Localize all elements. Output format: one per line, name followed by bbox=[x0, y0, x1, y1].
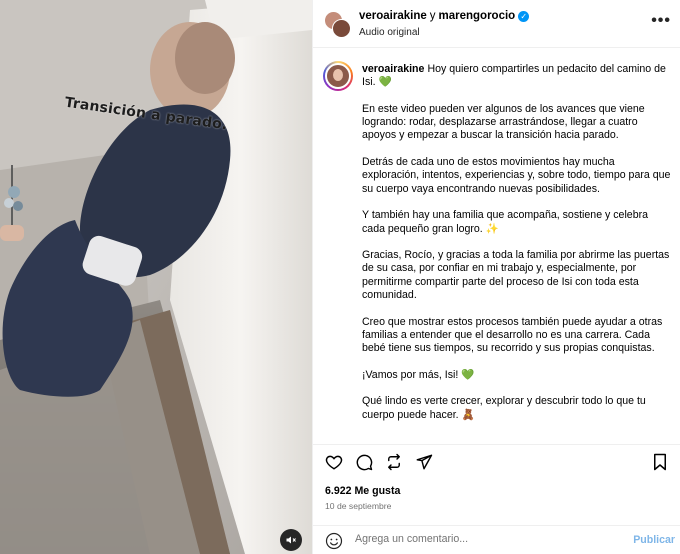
repost-icon bbox=[388, 453, 400, 471]
speaker-muted-icon bbox=[286, 536, 296, 544]
like-button[interactable] bbox=[325, 453, 343, 471]
caption-paragraph: Creo que mostrar estos procesos también … bbox=[362, 315, 663, 355]
username-link[interactable]: marengorocio bbox=[439, 10, 516, 22]
video-frame bbox=[0, 0, 312, 554]
post-side-panel: veroairakine y marengorocio ✓ Audio orig… bbox=[312, 0, 680, 554]
caption-paragraph: En este video pueden ver algunos de los … bbox=[362, 102, 645, 142]
collab-avatars[interactable] bbox=[324, 11, 351, 38]
comment-button[interactable] bbox=[355, 453, 373, 471]
post-actions: 6.922 Me gusta 10 de septiembre Publicar bbox=[313, 444, 680, 554]
author-avatar[interactable] bbox=[323, 61, 353, 91]
caption-paragraph: Y también hay una familia que acompaña, … bbox=[362, 209, 649, 235]
action-icons bbox=[325, 453, 433, 471]
caption-paragraph: Detrás de cada uno de estos movimientos … bbox=[362, 156, 671, 195]
post-video[interactable]: Transición a parado. bbox=[0, 0, 312, 554]
collab-usernames: veroairakine y marengorocio ✓ bbox=[359, 10, 530, 22]
avatar bbox=[332, 19, 351, 38]
caption-paragraph: ¡Vamos por más, Isi! 💚 bbox=[362, 368, 475, 381]
post-header: veroairakine y marengorocio ✓ Audio orig… bbox=[313, 0, 680, 48]
send-icon bbox=[416, 454, 433, 470]
caption-paragraph: veroairakine Hoy quiero compartirles un p… bbox=[362, 63, 666, 89]
heart-icon bbox=[325, 455, 343, 470]
caption-paragraph: Qué lindo es verte crecer, explorar y de… bbox=[362, 395, 646, 421]
comment-composer: Publicar bbox=[313, 525, 680, 554]
post-date[interactable]: 10 de septiembre bbox=[325, 501, 391, 511]
smiley-icon bbox=[325, 532, 343, 550]
comment-bubble-icon bbox=[356, 454, 373, 471]
publish-button[interactable]: Publicar bbox=[633, 534, 675, 546]
emoji-button[interactable] bbox=[325, 532, 343, 554]
mute-button[interactable] bbox=[280, 529, 302, 551]
repost-button[interactable] bbox=[385, 453, 403, 471]
username-link[interactable]: veroairakine bbox=[359, 10, 427, 22]
caption-text: veroairakine Hoy quiero compartirles un p… bbox=[362, 63, 672, 435]
comment-input[interactable] bbox=[355, 533, 605, 545]
conjunction-text: y bbox=[429, 10, 436, 22]
caption-username[interactable]: veroairakine bbox=[362, 63, 424, 75]
verified-badge-icon: ✓ bbox=[518, 10, 530, 22]
more-options-button[interactable]: ••• bbox=[651, 12, 671, 30]
bookmark-icon bbox=[654, 453, 666, 471]
share-button[interactable] bbox=[415, 453, 433, 471]
save-button[interactable] bbox=[651, 453, 669, 471]
audio-link[interactable]: Audio original bbox=[359, 27, 420, 38]
likes-count[interactable]: 6.922 Me gusta bbox=[325, 485, 400, 497]
caption-paragraph: Gracias, Rocío, y gracias a toda la fami… bbox=[362, 249, 670, 302]
caption-section: veroairakine Hoy quiero compartirles un p… bbox=[313, 49, 680, 444]
